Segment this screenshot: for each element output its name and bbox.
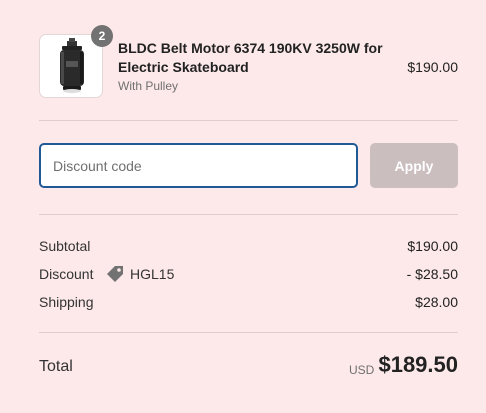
quantity-badge: 2 <box>91 25 113 47</box>
total-currency: USD <box>349 363 375 377</box>
shipping-label: Shipping <box>39 294 94 310</box>
discount-row: Discount HGL15 - $28.50 <box>39 266 458 286</box>
shipping-row: Shipping $28.00 <box>39 294 458 314</box>
line-item: 2 BLDC Belt Motor 6374 190KV 3250W for E… <box>39 25 458 100</box>
subtotal-row: Subtotal $190.00 <box>39 238 458 258</box>
subtotal-value: $190.00 <box>407 238 458 254</box>
product-variant: With Pulley <box>118 79 179 93</box>
applied-discount-tag: HGL15 <box>105 264 174 284</box>
product-title: BLDC Belt Motor 6374 190KV 3250W for Ele… <box>118 40 383 75</box>
discount-code-input[interactable] <box>39 143 358 188</box>
divider <box>39 120 458 121</box>
discount-value: - $28.50 <box>406 266 458 282</box>
total-label: Total <box>39 358 73 375</box>
product-price: $190.00 <box>407 59 458 75</box>
discount-code-label: HGL15 <box>130 266 175 282</box>
apply-discount-button[interactable]: Apply <box>370 143 458 188</box>
shipping-value: $28.00 <box>415 294 458 310</box>
divider <box>39 214 458 215</box>
tag-icon <box>107 266 123 282</box>
divider <box>39 332 458 333</box>
total-amount: $189.50 <box>378 352 458 377</box>
motor-product-image <box>60 38 84 93</box>
product-thumbnail-wrapper: 2 <box>39 25 113 98</box>
subtotal-label: Subtotal <box>39 238 91 254</box>
discount-label: Discount <box>39 266 94 282</box>
